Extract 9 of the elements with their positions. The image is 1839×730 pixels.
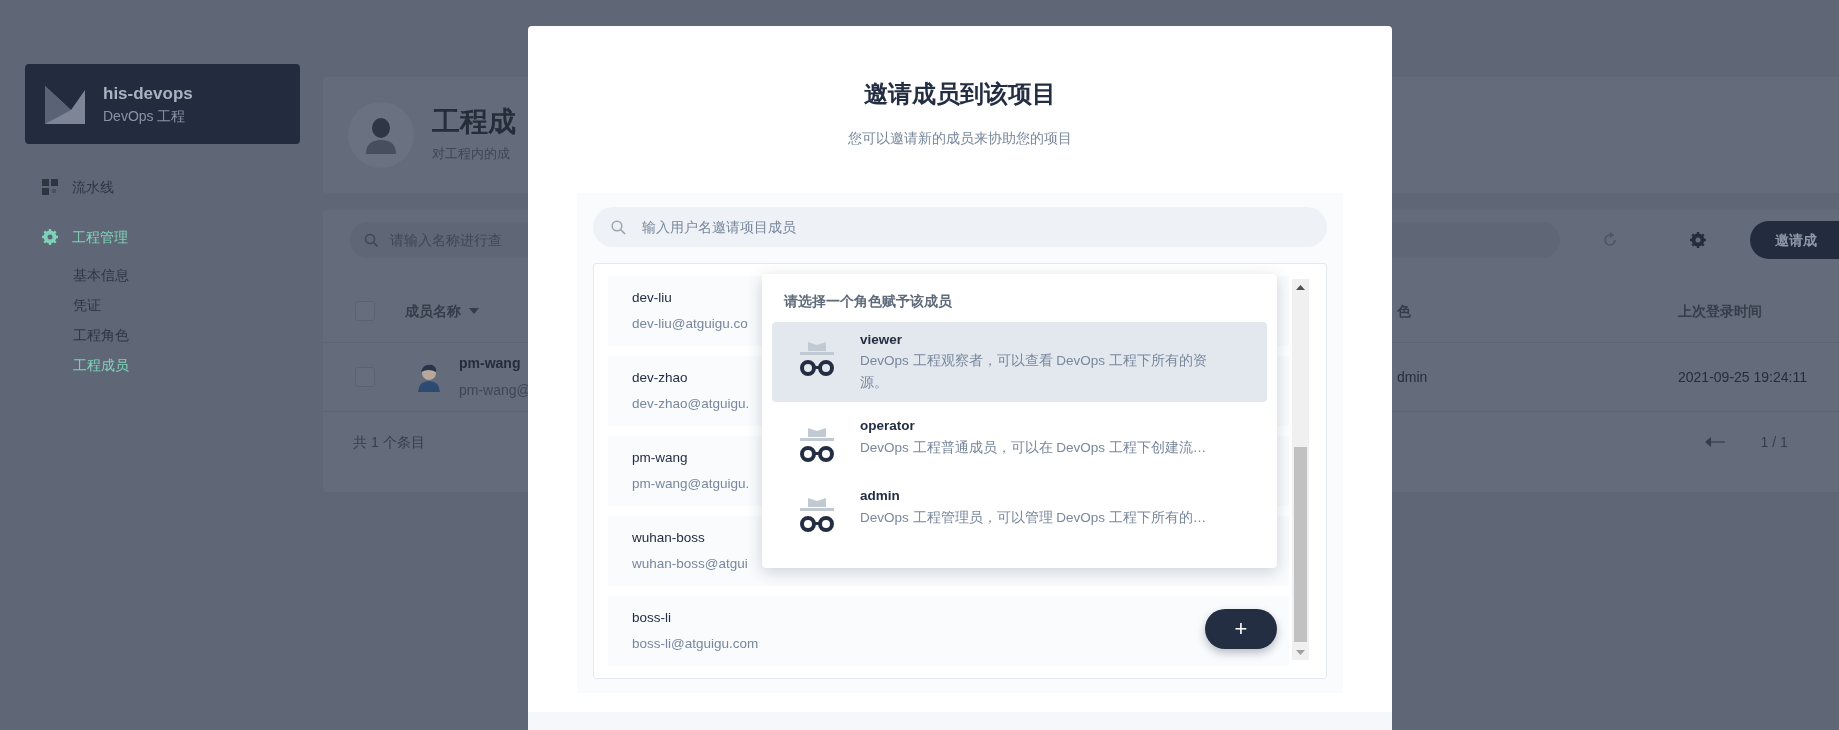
role-menu-heading: 请选择一个角色赋予该成员 [783, 293, 953, 311]
page-title: 工程成 [432, 106, 516, 138]
project-type: DevOps 工程 [103, 107, 187, 127]
member-name: pm-wang [459, 354, 522, 373]
table-cell-text: 2021-09-25 19:24:11 [1678, 367, 1808, 387]
table-cell-text: dmin [1397, 367, 1429, 387]
dialog-subtitle: 您可以邀请新的成员来协助您的项目 [848, 130, 1072, 148]
project-name: his-devops [103, 82, 193, 105]
dialog-title: 邀请成员到该项目 [864, 79, 1056, 109]
